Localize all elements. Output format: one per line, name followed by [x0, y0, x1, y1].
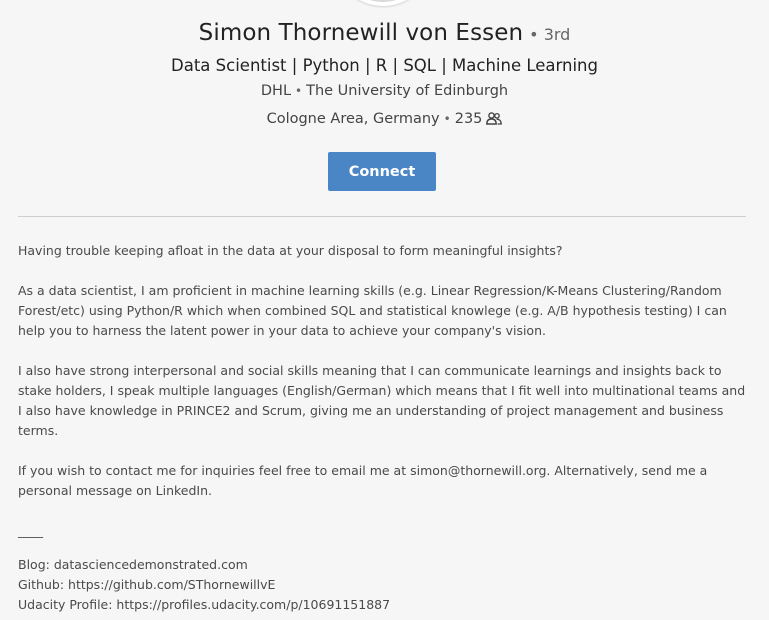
profile-page: Simon Thornewill von Essen • 3rd Data Sci…: [0, 0, 769, 620]
current-company[interactable]: DHL: [261, 83, 291, 99]
profile-summary: Having trouble keeping afloat in the dat…: [18, 241, 750, 615]
section-divider: [18, 216, 746, 217]
summary-paragraph: As a data scientist, I am proficient in …: [18, 283, 727, 338]
connections-count[interactable]: 235: [455, 111, 483, 127]
summary-rule: ____: [18, 523, 43, 538]
connect-button[interactable]: Connect: [328, 152, 436, 191]
connection-degree: • 3rd: [529, 25, 570, 44]
location-row: Cologne Area, Germany • 235: [0, 111, 769, 129]
school-name[interactable]: The University of Edinburgh: [306, 83, 508, 99]
profile-avatar[interactable]: [334, 0, 432, 6]
company-separator: •: [295, 84, 303, 98]
github-link[interactable]: Github: https://github.com/SThornewillvE: [18, 575, 750, 595]
company-school-row: DHL • The University of Edinburgh: [0, 83, 769, 99]
summary-paragraph: Having trouble keeping afloat in the dat…: [18, 243, 563, 258]
profile-name: Simon Thornewill von Essen: [198, 20, 524, 46]
location-separator: •: [443, 112, 451, 126]
degree-label: 3rd: [543, 25, 571, 44]
profile-location: Cologne Area, Germany: [266, 111, 440, 127]
summary-paragraph: I also have strong interpersonal and soc…: [18, 363, 746, 438]
udacity-link[interactable]: Udacity Profile: https://profiles.udacit…: [18, 595, 750, 615]
blog-link[interactable]: Blog: datasciencedemonstrated.com: [18, 555, 750, 575]
summary-paragraph: If you wish to contact me for inquiries …: [18, 463, 708, 498]
people-icon: [486, 112, 503, 129]
name-row: Simon Thornewill von Essen • 3rd: [0, 20, 769, 46]
profile-headline: Data Scientist | Python | R | SQL | Mach…: [171, 56, 598, 75]
degree-separator: •: [529, 25, 539, 44]
